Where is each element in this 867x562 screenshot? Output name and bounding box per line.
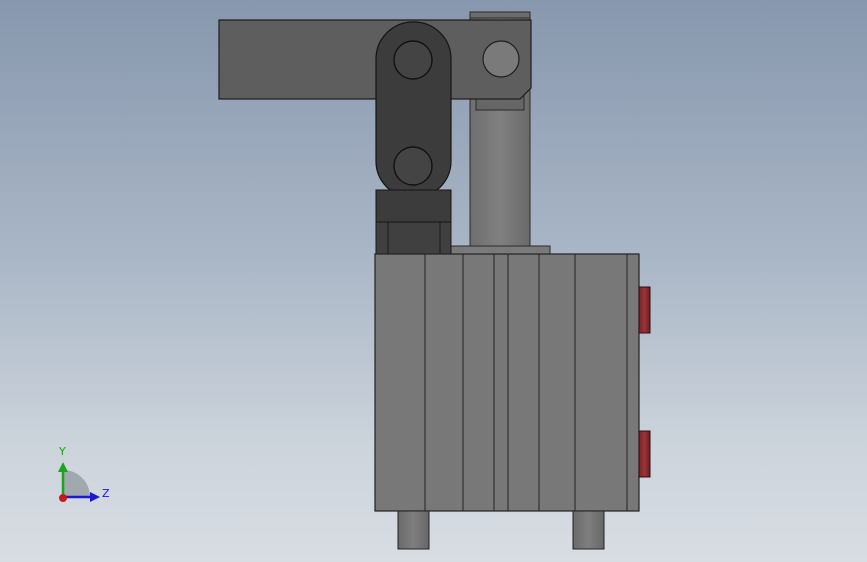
- y-axis-label: Y: [58, 445, 66, 458]
- x-axis-dot-icon: [59, 494, 67, 502]
- bottom-pin-right: [572, 510, 605, 550]
- model-view[interactable]: Y Z: [0, 0, 867, 562]
- cad-3d-viewport[interactable]: Y Z: [0, 0, 867, 562]
- y-axis-arrow-icon: [58, 462, 68, 472]
- cylinder-body: [374, 253, 640, 512]
- triad-quadrant: [63, 470, 90, 497]
- z-axis-label: Z: [102, 487, 110, 500]
- link-base-block: [375, 219, 452, 257]
- orientation-triad[interactable]: Y Z: [58, 445, 110, 502]
- bottom-pin-left: [397, 510, 430, 550]
- z-axis-arrow-icon: [90, 492, 100, 502]
- toggle-link: [375, 21, 452, 223]
- clamp-arm: [218, 19, 532, 100]
- air-port-upper: [638, 286, 651, 334]
- air-port-lower: [638, 430, 651, 478]
